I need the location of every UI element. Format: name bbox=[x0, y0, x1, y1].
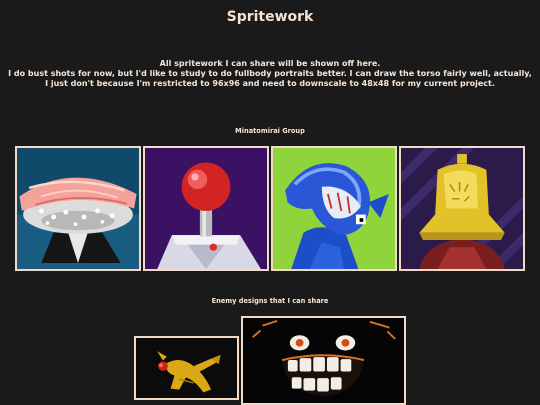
sprite-golden-bell-head[interactable] bbox=[399, 146, 525, 271]
grinning-face-image bbox=[243, 318, 404, 403]
intro-line-2: I do bust shots for now, but I'd like to… bbox=[8, 69, 532, 88]
blue-creature-image bbox=[273, 148, 395, 269]
sushi-head-image bbox=[17, 148, 139, 269]
section-title-enemy-designs: Enemy designs that I can share bbox=[211, 297, 329, 305]
sprite-blue-creature[interactable] bbox=[271, 146, 397, 271]
sprite-red-knob-head[interactable] bbox=[143, 146, 269, 271]
sprite-sushi-head[interactable] bbox=[15, 146, 141, 271]
golden-bell-head-image bbox=[401, 148, 523, 269]
sprite-grinning-face[interactable] bbox=[241, 316, 406, 405]
yellow-creature-image bbox=[136, 338, 237, 398]
intro-text: All spritework I can share will be shown… bbox=[6, 59, 534, 89]
page-title: Spritework bbox=[226, 9, 314, 25]
section-title-minatomirai: Minatomirai Group bbox=[235, 127, 305, 135]
red-knob-head-image bbox=[145, 148, 267, 269]
sprite-yellow-creature[interactable] bbox=[134, 336, 239, 400]
intro-line-1: All spritework I can share will be shown… bbox=[159, 59, 381, 68]
